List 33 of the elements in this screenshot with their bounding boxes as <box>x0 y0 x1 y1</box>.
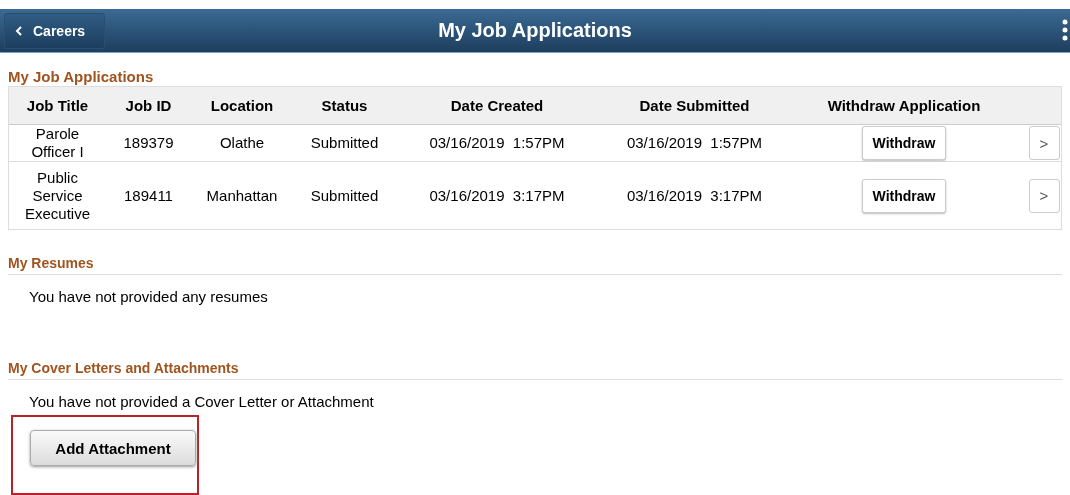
section-heading: My Job Applications <box>8 68 155 86</box>
table-cell-text: 189411 <box>123 186 174 205</box>
column-header: Location <box>209 97 275 114</box>
table-cell-text: 03/16/2019 3:17PM <box>625 186 764 205</box>
back-icon <box>15 25 23 36</box>
detail-button[interactable]: > <box>1028 126 1060 160</box>
section-heading: My Cover Letters and Attachments <box>8 360 1062 380</box>
table-cell-text: Olathe <box>218 134 266 152</box>
section-heading: My Resumes <box>8 255 1062 275</box>
empty-message: You have not provided any resumes <box>29 288 269 305</box>
table-cell-text: 03/16/2019 1:57PM <box>428 134 566 152</box>
table-cell-text: Manhattan <box>205 186 279 205</box>
withdraw-button[interactable]: Withdraw <box>862 178 946 213</box>
column-header: Date Submitted <box>638 97 751 114</box>
table-cell-text: Submitted <box>309 186 380 205</box>
column-header: Date Created <box>449 97 545 114</box>
empty-message: You have not provided a Cover Letter or Attachment <box>29 393 375 410</box>
column-header: Job Title <box>25 97 90 114</box>
table-cell-text: 189379 <box>122 134 175 152</box>
detail-button[interactable]: > <box>1028 178 1060 213</box>
table-cell-text: 03/16/2019 1:57PM <box>625 134 764 152</box>
column-header: Job ID <box>124 97 173 114</box>
add-attachment-button[interactable]: Add Attachment <box>30 430 196 466</box>
table-cell-text: 03/16/2019 3:17PM <box>428 186 566 205</box>
table-cell-text: Public Service Executive <box>23 168 91 223</box>
back-button[interactable]: Careers <box>4 12 105 49</box>
withdraw-button[interactable]: Withdraw <box>862 126 946 160</box>
column-header: Withdraw Application <box>826 97 982 114</box>
page-title: My Job Applications <box>438 19 632 42</box>
column-header: Status <box>320 97 369 114</box>
table-cell-text: Parole Officer I <box>30 125 85 161</box>
menu-icon[interactable] <box>1062 18 1068 42</box>
table-cell-text: Submitted <box>309 134 380 152</box>
